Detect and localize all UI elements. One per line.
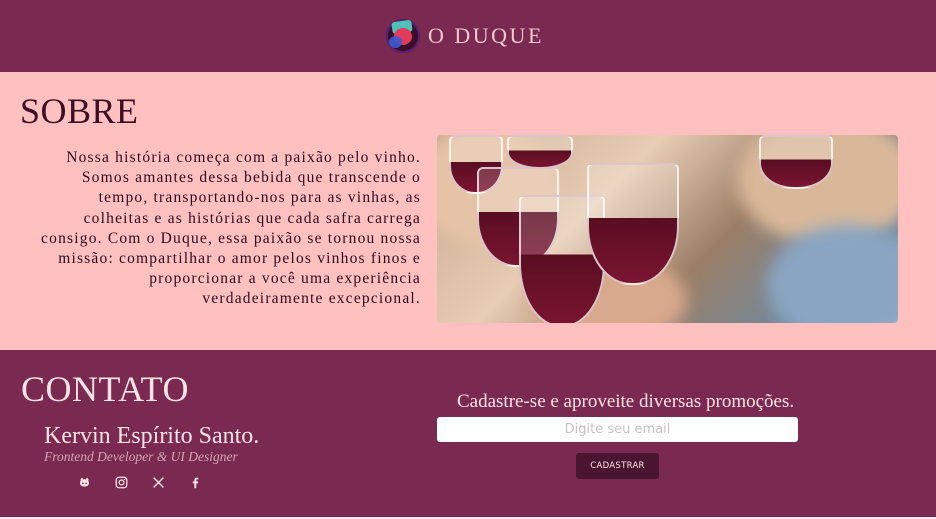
contact-section: CONTATO Kervin Espírito Santo. Frontend … — [0, 350, 936, 517]
instagram-icon[interactable] — [113, 474, 130, 491]
facebook-icon[interactable] — [187, 474, 204, 491]
email-input[interactable] — [437, 417, 798, 442]
brand[interactable]: O DUQUE — [386, 18, 544, 54]
github-icon[interactable] — [76, 474, 93, 491]
promo-text: Cadastre-se e aproveite diversas promoçõ… — [457, 391, 795, 412]
brand-name: O DUQUE — [428, 23, 544, 48]
about-section: SOBRE Nossa história começa com a paixão… — [0, 72, 936, 350]
wine-toast-photo — [437, 135, 898, 323]
top-bar: O DUQUE — [0, 0, 936, 72]
person-role: Frontend Developer & UI Designer — [44, 449, 238, 464]
about-text: Nossa história começa com a paixão pelo … — [41, 149, 421, 308]
x-icon[interactable] — [150, 474, 167, 491]
contact-title: CONTATO — [21, 369, 189, 409]
person-name: Kervin Espírito Santo. — [44, 423, 260, 449]
social-links — [76, 474, 204, 491]
subscribe-button[interactable]: CADASTRAR — [576, 453, 659, 479]
wine-logo-icon — [386, 19, 420, 53]
about-title: SOBRE — [20, 91, 139, 131]
